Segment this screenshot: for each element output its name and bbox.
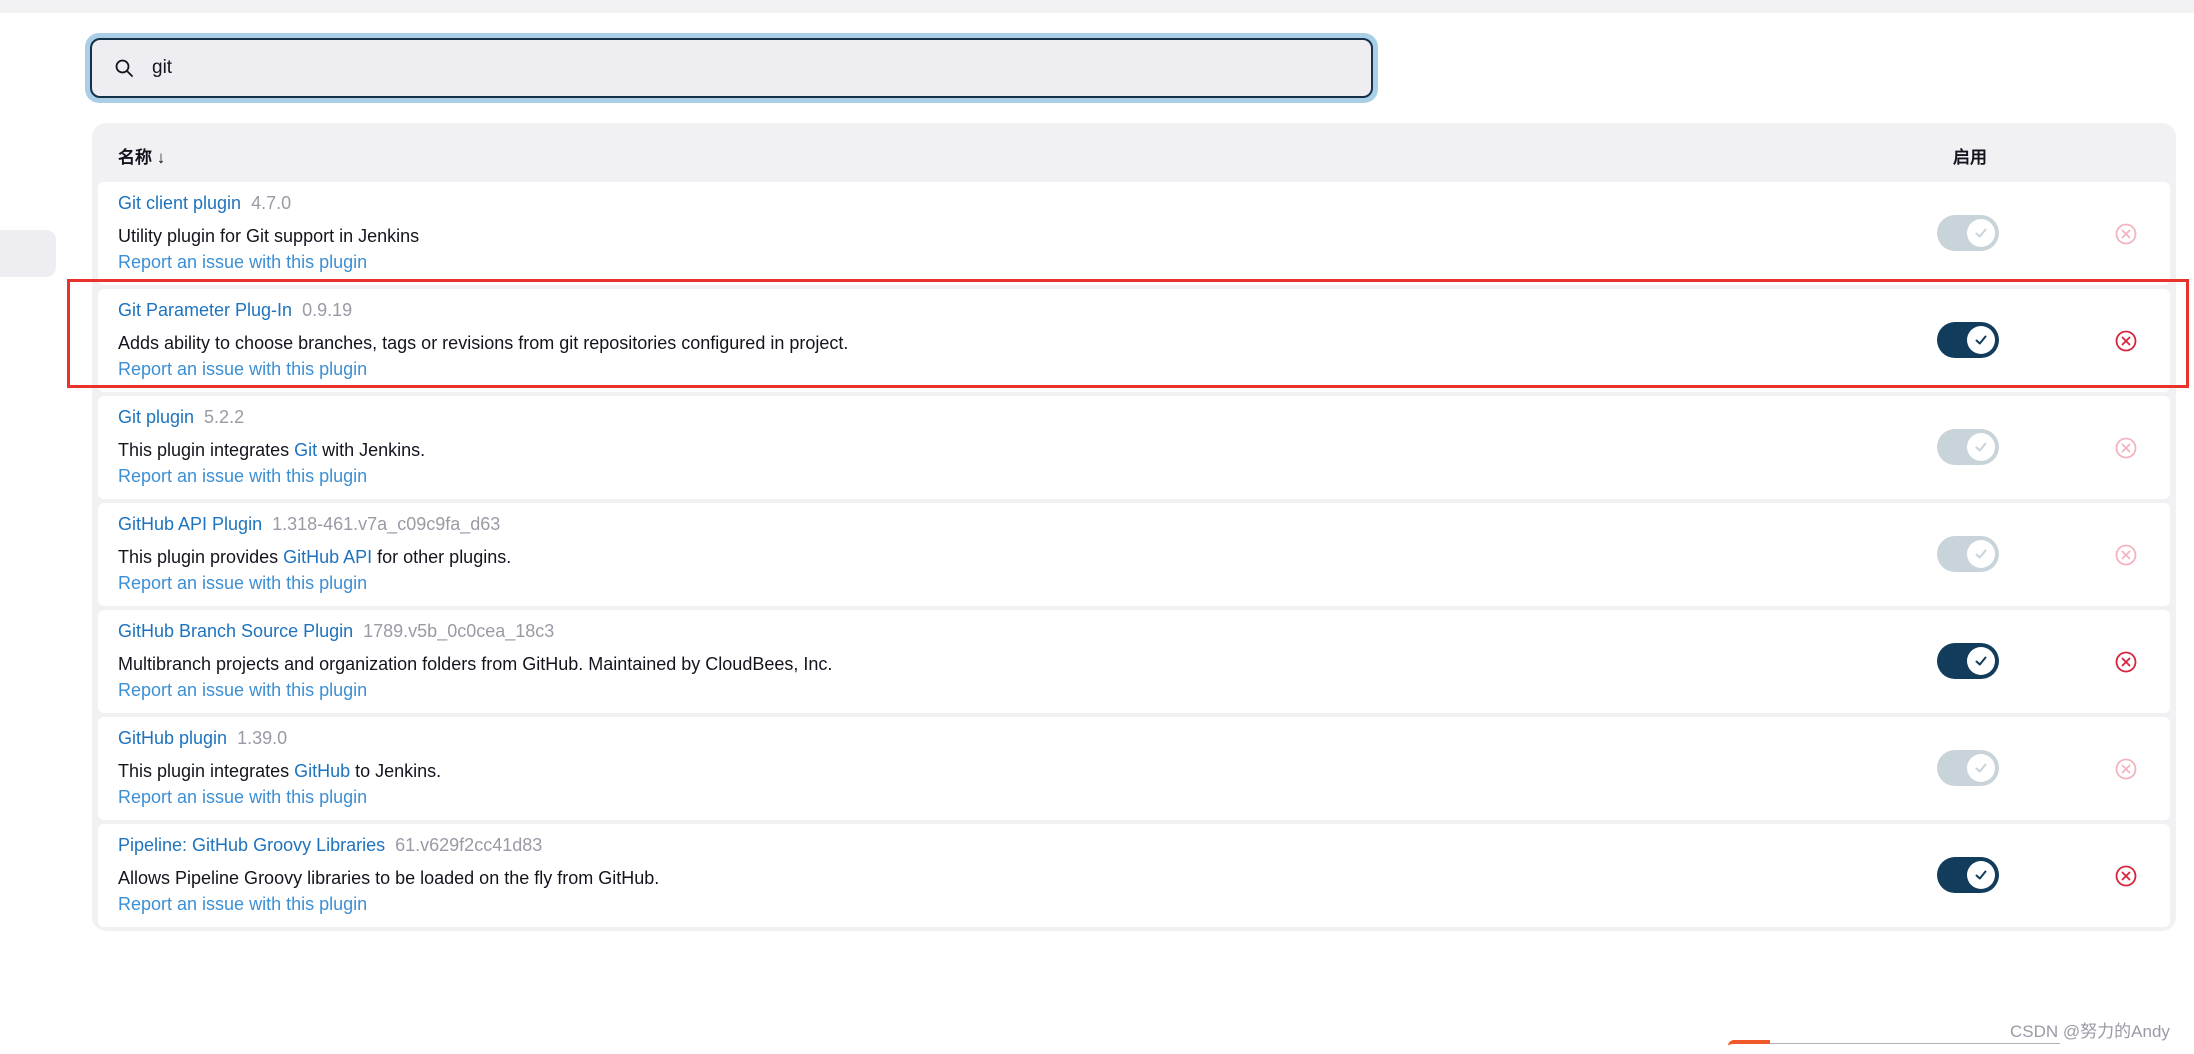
plugin-row: GitHub Branch Source Plugin 1789.v5b_0c0c…: [98, 610, 2170, 713]
plugin-version: 1.39.0: [237, 728, 288, 748]
plugin-description-text: for other plugins.: [372, 547, 512, 567]
uninstall-icon[interactable]: [2114, 864, 2138, 888]
check-icon: [1967, 647, 1995, 675]
plugin-title: GitHub Branch Source Plugin 1789.v5b_0c0c…: [118, 621, 554, 642]
top-bar: [0, 0, 2194, 13]
plugin-name-link[interactable]: Pipeline: GitHub Groovy Libraries: [118, 835, 385, 855]
search-box[interactable]: [90, 38, 1373, 98]
uninstall-icon[interactable]: [2114, 436, 2138, 460]
plugin-row: Git plugin 5.2.2 This plugin integrates G…: [98, 396, 2170, 499]
plugin-description-link[interactable]: Git: [294, 440, 317, 460]
plugin-description: Allows Pipeline Groovy libraries to be l…: [118, 868, 659, 889]
plugin-description-text: to Jenkins.: [350, 761, 442, 781]
plugin-title: Pipeline: GitHub Groovy Libraries 61.v629…: [118, 835, 542, 856]
highlight-annotation-box: [67, 279, 2189, 388]
enable-toggle[interactable]: [1937, 643, 1999, 679]
plugin-title: GitHub plugin 1.39.0: [118, 728, 287, 749]
check-icon: [1967, 754, 1995, 782]
plugin-description-text: This plugin provides: [118, 547, 284, 567]
enable-toggle[interactable]: [1937, 750, 1999, 786]
search-icon: [115, 59, 133, 77]
plugin-version: 5.2.2: [204, 407, 245, 427]
plugin-title: GitHub API Plugin 1.318-461.v7a_c09c9fa_d…: [118, 514, 500, 535]
uninstall-icon[interactable]: [2114, 543, 2138, 567]
report-issue-link[interactable]: Report an issue with this plugin: [118, 680, 367, 701]
enable-toggle[interactable]: [1937, 536, 1999, 572]
plugin-description: Multibranch projects and organization fo…: [118, 654, 832, 675]
column-header-name[interactable]: 名称 ↓: [118, 143, 165, 168]
plugin-description-text: Utility plugin for Git support in Jenkin…: [118, 226, 420, 246]
plugin-version: 4.7.0: [251, 193, 292, 213]
uninstall-icon[interactable]: [2114, 222, 2138, 246]
plugin-name-link[interactable]: GitHub plugin: [118, 728, 227, 748]
check-icon: [1967, 433, 1995, 461]
column-header-enabled: 启用: [1953, 148, 1987, 167]
watermark: CSDN @努力的Andy: [2010, 1022, 2170, 1041]
report-issue-link[interactable]: Report an issue with this plugin: [118, 466, 367, 487]
plugin-name-link[interactable]: GitHub API Plugin: [118, 514, 262, 534]
search-input[interactable]: [152, 48, 1252, 88]
enable-toggle[interactable]: [1937, 857, 1999, 893]
plugin-row: GitHub plugin 1.39.0 This plugin integrat…: [98, 717, 2170, 820]
plugin-description-text: with Jenkins.: [317, 440, 426, 460]
sidebar-item-active[interactable]: [0, 230, 56, 277]
enable-toggle[interactable]: [1937, 429, 1999, 465]
plugin-description-link[interactable]: GitHub: [294, 761, 350, 781]
table-header: 名称 ↓ 启用: [92, 123, 2176, 182]
search-focus-ring: [85, 33, 1378, 103]
plugin-description: This plugin integrates GitHub to Jenkins…: [118, 761, 441, 782]
plugin-row: Git client plugin 4.7.0 Utility plugin fo…: [98, 182, 2170, 285]
uninstall-icon[interactable]: [2114, 650, 2138, 674]
plugin-description-link[interactable]: GitHub API: [283, 547, 372, 567]
plugin-description-text: This plugin integrates: [118, 761, 295, 781]
plugin-name-link[interactable]: Git plugin: [118, 407, 194, 427]
report-issue-link[interactable]: Report an issue with this plugin: [118, 894, 367, 915]
plugin-title: Git plugin 5.2.2: [118, 407, 244, 428]
plugin-name-link[interactable]: Git client plugin: [118, 193, 241, 213]
check-icon: [1967, 861, 1995, 889]
plugin-version: 1789.v5b_0c0cea_18c3: [363, 621, 555, 641]
plugin-description-text: Multibranch projects and organization fo…: [118, 654, 833, 674]
plugin-description: This plugin integrates Git with Jenkins.: [118, 440, 425, 461]
plugin-description-text: Allows Pipeline Groovy libraries to be l…: [118, 868, 660, 888]
plugin-description-text: This plugin integrates: [118, 440, 295, 460]
plugin-name-link[interactable]: GitHub Branch Source Plugin: [118, 621, 353, 641]
plugin-row: GitHub API Plugin 1.318-461.v7a_c09c9fa_d…: [98, 503, 2170, 606]
report-issue-link[interactable]: Report an issue with this plugin: [118, 787, 367, 808]
annotation-arrow-fragment: [1728, 1040, 1770, 1054]
plugin-version: 61.v629f2cc41d83: [395, 835, 543, 855]
plugins-table: 名称 ↓ 启用 Git client plugin 4.7.0 Utility p…: [92, 123, 2176, 931]
plugin-description: Utility plugin for Git support in Jenkin…: [118, 226, 419, 247]
plugin-row: Pipeline: GitHub Groovy Libraries 61.v629…: [98, 824, 2170, 927]
check-icon: [1967, 540, 1995, 568]
plugin-version: 1.318-461.v7a_c09c9fa_d63: [272, 514, 501, 534]
report-issue-link[interactable]: Report an issue with this plugin: [118, 573, 367, 594]
report-issue-link[interactable]: Report an issue with this plugin: [118, 252, 367, 273]
enable-toggle[interactable]: [1937, 215, 1999, 251]
plugin-title: Git client plugin 4.7.0: [118, 193, 291, 214]
check-icon: [1967, 219, 1995, 247]
uninstall-icon[interactable]: [2114, 757, 2138, 781]
plugin-description: This plugin provides GitHub API for othe…: [118, 547, 511, 568]
